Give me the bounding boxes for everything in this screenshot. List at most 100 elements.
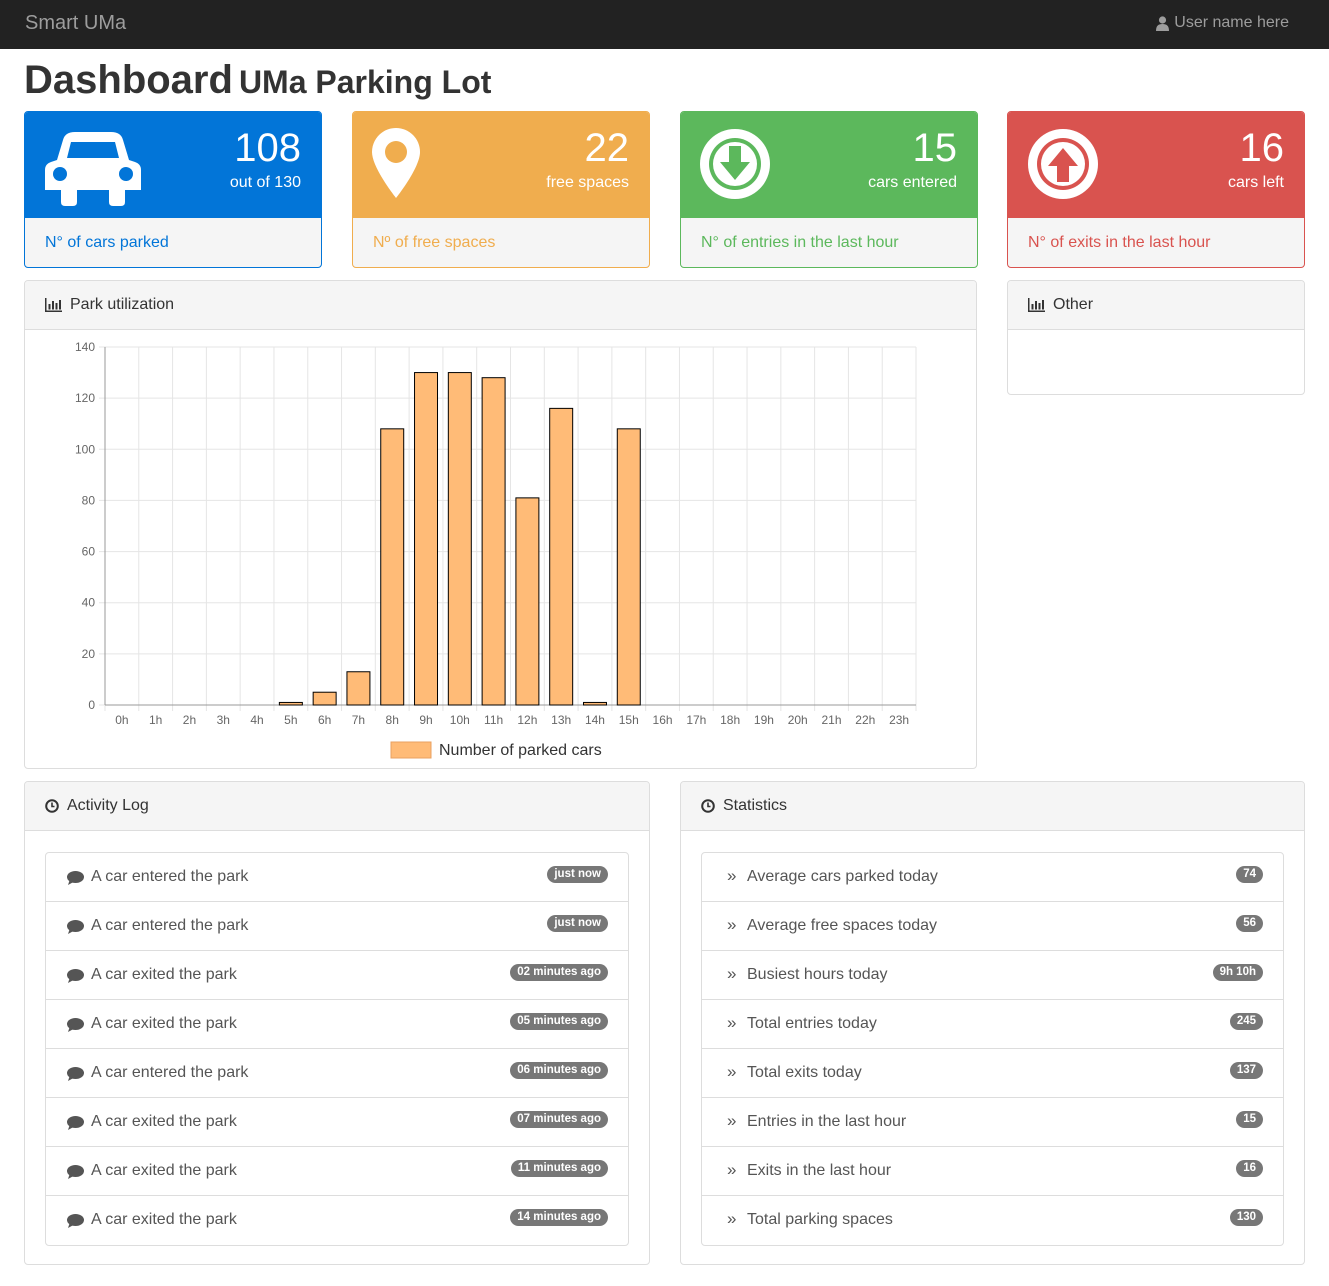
user-name: User name here [1174, 14, 1289, 31]
activity-log-text: A car exited the park [91, 966, 237, 983]
comment-icon [67, 1018, 84, 1032]
y-tick-label: 60 [82, 545, 96, 559]
statistics-value-badge: 74 [1236, 866, 1263, 883]
page-title: Dashboard UMa Parking Lot [24, 58, 492, 102]
activity-log-text: A car exited the park [91, 1113, 237, 1130]
x-tick-label: 21h [822, 713, 842, 727]
double-chevron-right-icon: » [727, 1160, 737, 1179]
x-tick-label: 10h [450, 713, 470, 727]
activity-log-time-badge: 02 minutes ago [510, 964, 608, 981]
user-menu[interactable]: User name here [1156, 14, 1289, 32]
car-icon [45, 132, 141, 206]
other-title: Other [1053, 296, 1094, 313]
other-heading: Other [1008, 281, 1304, 330]
brand-link[interactable]: Smart UMa [25, 12, 126, 35]
statistics-item[interactable]: » Total parking spaces 130 [702, 1196, 1283, 1245]
park-utilization-heading: Park utilization [25, 281, 976, 330]
legend-swatch [390, 741, 432, 759]
navbar: Smart UMa User name here [0, 0, 1329, 49]
bar [481, 377, 506, 706]
x-tick-label: 19h [754, 713, 774, 727]
statistics-label: Average cars parked today [747, 868, 938, 885]
x-tick-label: 0h [115, 713, 128, 727]
statistics-label: Entries in the last hour [747, 1113, 907, 1130]
page-subtitle: UMa Parking Lot [238, 64, 492, 100]
activity-log-time-badge: 14 minutes ago [510, 1209, 608, 1226]
activity-log-time-badge: 05 minutes ago [510, 1013, 608, 1030]
comment-icon [67, 920, 84, 934]
double-chevron-right-icon: » [727, 915, 737, 934]
comment-icon [67, 1067, 84, 1081]
free-spaces-card[interactable]: 22 free spaces Nº of free spaces [352, 111, 650, 268]
x-tick-label: 8h [386, 713, 399, 727]
activity-log-time-badge: 06 minutes ago [510, 1062, 608, 1079]
activity-log-item[interactable]: A car entered the park just now [46, 853, 628, 902]
x-tick-label: 18h [720, 713, 740, 727]
statistics-value-badge: 56 [1236, 915, 1263, 932]
statistics-value-badge: 130 [1229, 1209, 1263, 1226]
bar [414, 372, 439, 706]
statistics-label: Average free spaces today [747, 917, 938, 934]
y-tick-label: 20 [82, 647, 96, 661]
free-spaces-value: 22 [584, 126, 630, 170]
bar [582, 701, 607, 706]
activity-log-text: A car entered the park [91, 868, 249, 885]
free-spaces-footer: Nº of free spaces [373, 234, 496, 251]
x-tick-label: 12h [517, 713, 537, 727]
bar [549, 407, 574, 706]
statistics-item[interactable]: » Total exits today 137 [702, 1049, 1283, 1098]
x-tick-label: 6h [318, 713, 331, 727]
activity-log-item[interactable]: A car exited the park 14 minutes ago [46, 1196, 628, 1245]
activity-log-time-badge: 11 minutes ago [510, 1160, 608, 1177]
activity-log-item[interactable]: A car exited the park 02 minutes ago [46, 951, 628, 1000]
double-chevron-right-icon: » [727, 866, 737, 885]
x-tick-label: 13h [551, 713, 571, 727]
park-utilization-panel: Park utilization 0 20 40 60 80 100 120 140 0h 1h 2… [24, 280, 977, 769]
x-tick-label: 7h [352, 713, 365, 727]
statistics-item[interactable]: » Entries in the last hour 15 [702, 1098, 1283, 1147]
legend-label: Number of parked cars [439, 742, 602, 759]
comment-icon [67, 969, 84, 983]
double-chevron-right-icon: » [727, 964, 737, 983]
exits-sub: cars left [1227, 174, 1284, 191]
statistics-value-badge: 16 [1236, 1160, 1263, 1177]
cars-parked-sub: out of 130 [229, 174, 301, 191]
activity-log-item[interactable]: A car entered the park just now [46, 902, 628, 951]
activity-log-panel: Activity Log A car entered the park just … [24, 781, 650, 1265]
cars-parked-value: 108 [234, 126, 301, 170]
y-tick-label: 80 [82, 493, 96, 507]
activity-log-item[interactable]: A car entered the park 06 minutes ago [46, 1049, 628, 1098]
activity-log-text: A car exited the park [91, 1015, 237, 1032]
x-tick-label: 23h [889, 713, 909, 727]
activity-log-text: A car entered the park [91, 917, 249, 934]
y-tick-label: 0 [88, 698, 95, 712]
entries-value: 15 [912, 126, 958, 170]
activity-log-time-badge: 07 minutes ago [510, 1111, 608, 1128]
activity-log-item[interactable]: A car exited the park 11 minutes ago [46, 1147, 628, 1196]
bar [278, 701, 303, 706]
statistics-item[interactable]: » Busiest hours today 9h 10h [702, 951, 1283, 1000]
arrow-circle-down-icon [700, 129, 770, 199]
statistics-item[interactable]: » Average free spaces today 56 [702, 902, 1283, 951]
double-chevron-right-icon: » [727, 1062, 737, 1081]
activity-log-item[interactable]: A car exited the park 05 minutes ago [46, 1000, 628, 1049]
exits-card[interactable]: 16 cars left N° of exits in the last hou… [1007, 111, 1305, 268]
y-tick-label: 140 [75, 340, 95, 354]
activity-log-time-badge: just now [547, 915, 608, 932]
x-tick-label: 4h [250, 713, 263, 727]
cars-parked-card[interactable]: 108 out of 130 N° of cars parked [24, 111, 322, 268]
statistics-item[interactable]: » Average cars parked today 74 [702, 853, 1283, 902]
statistics-item[interactable]: » Total entries today 245 [702, 1000, 1283, 1049]
activity-log-item[interactable]: A car exited the park 07 minutes ago [46, 1098, 628, 1147]
statistics-item[interactable]: » Exits in the last hour 16 [702, 1147, 1283, 1196]
clock-icon [701, 799, 715, 813]
comment-icon [67, 1214, 84, 1228]
park-utilization-title: Park utilization [70, 296, 175, 313]
bar [515, 497, 540, 706]
double-chevron-right-icon: » [727, 1013, 737, 1032]
statistics-value-badge: 245 [1229, 1013, 1263, 1030]
entries-card[interactable]: 15 cars entered N° of entries in the las… [680, 111, 978, 268]
activity-log-title: Activity Log [67, 797, 149, 814]
activity-log-list: A car entered the park just now A car ente… [45, 852, 629, 1246]
comment-icon [67, 1116, 84, 1130]
